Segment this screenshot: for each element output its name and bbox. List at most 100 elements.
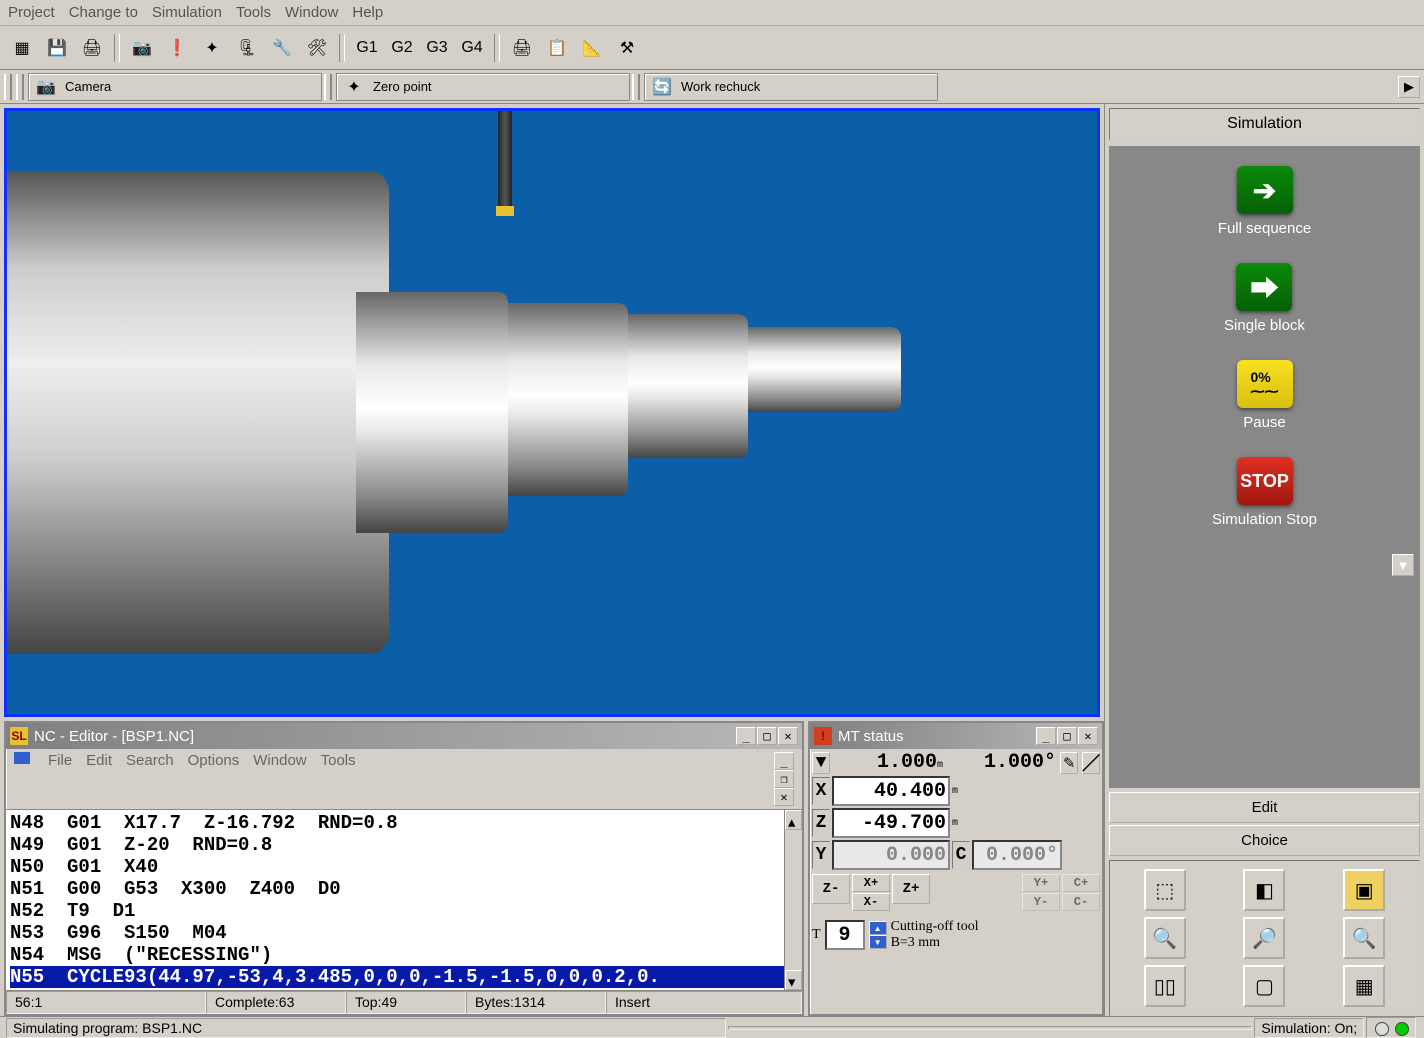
simulation-stop-button[interactable]: STOP Simulation Stop: [1212, 457, 1317, 528]
grip-handle[interactable]: [16, 74, 24, 100]
nc-editor-titlebar[interactable]: SL NC - Editor - [BSP1.NC] _ □ ✕: [6, 723, 802, 749]
mt-line-button[interactable]: ／: [1082, 752, 1100, 774]
pause-button[interactable]: 0%⁓⁓ Pause: [1237, 360, 1293, 431]
toolbar-measure-icon[interactable]: 📐: [576, 32, 608, 64]
side-expand-button[interactable]: ▼: [1392, 554, 1414, 576]
nc-menu-options[interactable]: Options: [188, 752, 240, 806]
menu-tools[interactable]: Tools: [236, 4, 271, 21]
toolbar-separator: [494, 34, 500, 62]
nc-line[interactable]: N49 G01 Z-20 RND=0.8: [10, 834, 798, 856]
layout-split-button[interactable]: ▯▯: [1144, 965, 1186, 1007]
tabs-scroll-right-button[interactable]: ▶: [1398, 76, 1420, 98]
full-sequence-button[interactable]: ➔ Full sequence: [1218, 166, 1311, 237]
tool-spin-up[interactable]: ▲: [869, 921, 887, 935]
nc-menu-search[interactable]: Search: [126, 752, 174, 806]
grip-handle[interactable]: [632, 74, 640, 100]
tool-number-input[interactable]: [825, 920, 865, 950]
toolbar-setup1-icon[interactable]: 🔧: [266, 32, 298, 64]
scroll-up-button[interactable]: ▴: [785, 810, 802, 830]
toolbar-zero-icon[interactable]: ✦: [196, 32, 228, 64]
menu-window[interactable]: Window: [285, 4, 338, 21]
tab-zero-point[interactable]: ✦ Zero point: [336, 73, 630, 101]
menu-project[interactable]: Project: [8, 4, 55, 21]
mt-status-titlebar[interactable]: ! MT status _ □ ✕: [810, 723, 1102, 749]
layout-single-button[interactable]: ▢: [1243, 965, 1285, 1007]
view-solid-button[interactable]: ◧: [1243, 869, 1285, 911]
minimize-button[interactable]: _: [736, 727, 756, 745]
child-minimize-button[interactable]: _: [774, 752, 794, 770]
nc-line[interactable]: N53 G96 S150 M04: [10, 922, 798, 944]
child-restore-button[interactable]: ❐: [774, 770, 794, 788]
zoom-fit-button[interactable]: 🔍: [1144, 917, 1186, 959]
toolbar-clipboard-icon[interactable]: 📋: [541, 32, 573, 64]
tab-camera-label: Camera: [65, 79, 111, 94]
nc-menu-file[interactable]: File: [48, 752, 72, 806]
child-close-button[interactable]: ✕: [774, 788, 794, 806]
close-button[interactable]: ✕: [778, 727, 798, 745]
scroll-down-button[interactable]: ▾: [785, 970, 802, 990]
tab-work-rechuck[interactable]: 🔄 Work rechuck: [644, 73, 938, 101]
toolbar-g1-icon[interactable]: G1: [351, 32, 383, 64]
axis-z-value[interactable]: [832, 808, 950, 838]
nc-line[interactable]: N48 G01 X17.7 Z-16.792 RND=0.8: [10, 812, 798, 834]
toolbar-camera-icon[interactable]: 📷: [126, 32, 158, 64]
camera-icon: 📷: [35, 76, 57, 98]
nc-editor-statusbar: 56:1 Complete:63 Top:49 Bytes:1314 Inser…: [6, 990, 802, 1014]
single-block-button[interactable]: ⮕ Single block: [1224, 263, 1305, 334]
edit-panel-button[interactable]: Edit: [1109, 792, 1420, 823]
simulation-3d-viewport[interactable]: [4, 108, 1100, 717]
nc-menu-window[interactable]: Window: [253, 752, 306, 806]
nc-menu-tools[interactable]: Tools: [321, 752, 356, 806]
maximize-button[interactable]: □: [757, 727, 777, 745]
nc-editor-icon: SL: [10, 727, 28, 745]
grip-handle[interactable]: [324, 74, 332, 100]
menu-change-to[interactable]: Change to: [69, 4, 138, 21]
nc-line[interactable]: N51 G00 G53 X300 Z400 D0: [10, 878, 798, 900]
simulation-stop-label: Simulation Stop: [1212, 511, 1317, 528]
toolbar-print-icon[interactable]: 🖨: [76, 32, 108, 64]
view-shaded-button[interactable]: ▣: [1343, 869, 1385, 911]
view-wireframe-button[interactable]: ⬚: [1144, 869, 1186, 911]
nc-code-editor[interactable]: N48 G01 X17.7 Z-16.792 RND=0.8 N49 G01 Z…: [6, 810, 802, 990]
axis-c-value: [972, 840, 1062, 870]
nc-line-selected[interactable]: N55 CYCLE93(44.97,-53,4,3.485,0,0,0,-1.5…: [10, 966, 798, 988]
axis-x-value[interactable]: [832, 776, 950, 806]
jog-x-plus-button[interactable]: X+: [852, 874, 890, 892]
jog-z-minus-button[interactable]: Z-: [812, 874, 850, 904]
toolbar-print2-icon[interactable]: 🖨: [506, 32, 538, 64]
zoom-out-button[interactable]: 🔍: [1343, 917, 1385, 959]
toolbar-alert-icon[interactable]: ❗: [161, 32, 193, 64]
nc-line[interactable]: N50 G01 X40: [10, 856, 798, 878]
nc-menu-edit[interactable]: Edit: [86, 752, 112, 806]
nc-line[interactable]: N52 T9 D1: [10, 900, 798, 922]
menu-simulation[interactable]: Simulation: [152, 4, 222, 21]
toolbar-g4-icon[interactable]: G4: [456, 32, 488, 64]
tab-rechuck-label: Work rechuck: [681, 79, 760, 94]
axis-x-label: X: [812, 777, 830, 805]
jog-x-minus-button[interactable]: X-: [852, 893, 890, 911]
jog-z-plus-button[interactable]: Z+: [892, 874, 930, 904]
toolbar-setup2-icon[interactable]: 🛠: [301, 32, 333, 64]
zoom-in-button[interactable]: 🔎: [1243, 917, 1285, 959]
minimize-button[interactable]: _: [1036, 727, 1056, 745]
main-menu-bar: Project Change to Simulation Tools Windo…: [0, 0, 1424, 26]
nc-line[interactable]: N54 MSG ("RECESSING"): [10, 944, 798, 966]
tool-spin-down[interactable]: ▼: [869, 935, 887, 949]
close-button[interactable]: ✕: [1078, 727, 1098, 745]
maximize-button[interactable]: □: [1057, 727, 1077, 745]
grip-handle[interactable]: [4, 74, 12, 100]
toolbar-grid-icon[interactable]: ▦: [6, 32, 38, 64]
choice-panel-button[interactable]: Choice: [1109, 825, 1420, 856]
mt-edit-button[interactable]: ✎: [1060, 752, 1078, 774]
tab-camera[interactable]: 📷 Camera: [28, 73, 322, 101]
menu-help[interactable]: Help: [352, 4, 383, 21]
jog-y-minus-button: Y-: [1022, 893, 1060, 911]
toolbar-g3-icon[interactable]: G3: [421, 32, 453, 64]
toolbar-tools-icon[interactable]: ⚒: [611, 32, 643, 64]
toolbar-save-icon[interactable]: 💾: [41, 32, 73, 64]
toolbar-clamp-icon[interactable]: 🗜: [231, 32, 263, 64]
toolbar-g2-icon[interactable]: G2: [386, 32, 418, 64]
layout-quad-button[interactable]: ▦: [1343, 965, 1385, 1007]
mt-dropdown-button[interactable]: ▼: [812, 752, 830, 774]
editor-scrollbar[interactable]: ▴ ▾: [784, 810, 802, 990]
